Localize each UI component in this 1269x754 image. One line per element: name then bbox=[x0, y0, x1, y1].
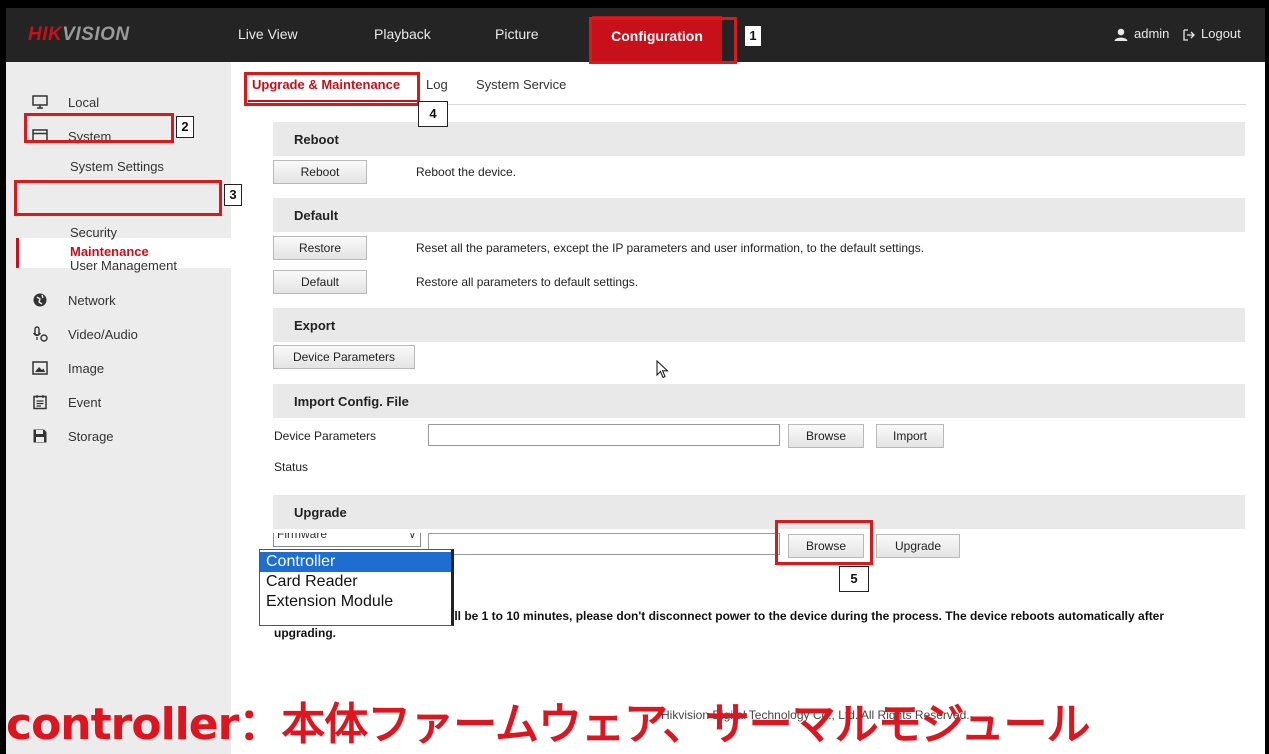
export-device-parameters-button[interactable]: Device Parameters bbox=[273, 345, 415, 369]
sidebar-item-user-management[interactable]: User Management bbox=[70, 258, 177, 273]
tab-log[interactable]: Log bbox=[426, 77, 448, 92]
sidebar-item-image[interactable]: Image bbox=[6, 358, 231, 380]
annotation-box-configuration bbox=[589, 17, 737, 64]
sidebar-item-label: Event bbox=[68, 395, 102, 410]
restore-button[interactable]: Restore bbox=[273, 236, 367, 260]
sidebar-item-network[interactable]: Network bbox=[6, 290, 231, 312]
dropdown-option-card-reader[interactable]: Card Reader bbox=[260, 572, 451, 592]
hikvision-logo: HIKVISION bbox=[28, 24, 130, 45]
sidebar-item-label: Network bbox=[68, 293, 116, 308]
user-menu[interactable]: admin bbox=[1114, 26, 1170, 42]
dropdown-option-extension-module[interactable]: Extension Module bbox=[260, 592, 451, 612]
sidebar-item-label: Image bbox=[68, 361, 105, 376]
section-header-upgrade: Upgrade bbox=[273, 495, 1245, 529]
import-button[interactable]: Import bbox=[876, 424, 944, 448]
nav-playback[interactable]: Playback bbox=[374, 26, 431, 42]
annotation-number-4: 4 bbox=[418, 101, 448, 127]
default-description: Restore all parameters to default settin… bbox=[416, 275, 639, 289]
annotation-box-upgrade-tab bbox=[244, 72, 420, 106]
sidebar: Local System System Settings Maintenance… bbox=[6, 62, 231, 754]
globe-icon bbox=[33, 293, 47, 307]
image-icon bbox=[32, 361, 48, 375]
firmware-select-value: Firmware bbox=[277, 533, 327, 541]
logout-icon bbox=[1183, 28, 1195, 41]
annotation-box-browse bbox=[775, 520, 873, 565]
nav-picture[interactable]: Picture bbox=[495, 26, 539, 42]
sidebar-item-label: Video/Audio bbox=[68, 327, 138, 342]
logout-label: Logout bbox=[1201, 26, 1241, 41]
sidebar-item-maintenance-label: Maintenance bbox=[70, 244, 149, 259]
sidebar-item-local[interactable]: Local bbox=[6, 92, 231, 114]
sidebar-item-label: Local bbox=[68, 95, 100, 110]
section-header-export: Export bbox=[273, 308, 1245, 342]
mouse-cursor-icon bbox=[656, 360, 669, 379]
user-icon bbox=[1114, 28, 1128, 42]
import-device-parameters-label: Device Parameters bbox=[274, 429, 377, 443]
import-status-label: Status bbox=[274, 460, 309, 474]
sidebar-item-system-settings[interactable]: System Settings bbox=[70, 159, 164, 174]
annotation-number-5: 5 bbox=[839, 566, 869, 592]
floppy-disk-icon bbox=[33, 429, 47, 443]
firmware-type-select[interactable]: Firmware ∨ bbox=[273, 533, 421, 547]
sidebar-item-label: Storage bbox=[68, 429, 114, 444]
annotation-number-3: 3 bbox=[224, 184, 242, 206]
default-button[interactable]: Default bbox=[273, 270, 367, 294]
username: admin bbox=[1134, 26, 1170, 41]
tab-system-service[interactable]: System Service bbox=[476, 77, 566, 92]
annotation-box-system bbox=[24, 113, 174, 143]
app-window: HIKVISION Live View Playback Picture Con… bbox=[6, 8, 1265, 754]
restore-description: Reset all the parameters, except the IP … bbox=[416, 241, 925, 255]
sidebar-item-video-audio[interactable]: Video/Audio bbox=[6, 324, 231, 346]
logout-button[interactable]: Logout bbox=[1183, 26, 1241, 41]
sidebar-item-storage[interactable]: Storage bbox=[6, 426, 231, 448]
annotation-number-2: 2 bbox=[176, 116, 194, 138]
section-header-reboot: Reboot bbox=[273, 122, 1245, 156]
section-header-import: Import Config. File bbox=[273, 384, 1245, 418]
reboot-description: Reboot the device. bbox=[416, 165, 517, 179]
reboot-button[interactable]: Reboot bbox=[273, 160, 367, 184]
dropdown-option-controller[interactable]: Controller bbox=[260, 552, 451, 572]
section-header-default: Default bbox=[273, 198, 1245, 232]
upgrade-button[interactable]: Upgrade bbox=[876, 534, 960, 558]
sidebar-item-event[interactable]: Event bbox=[6, 392, 231, 414]
annotation-box-maintenance bbox=[14, 180, 222, 216]
microphone-icon bbox=[32, 326, 48, 342]
calendar-icon bbox=[33, 395, 47, 410]
import-file-path-input[interactable] bbox=[428, 424, 780, 446]
import-browse-button[interactable]: Browse bbox=[788, 424, 864, 448]
sidebar-item-security[interactable]: Security bbox=[70, 225, 117, 240]
firmware-type-dropdown[interactable]: Controller Card Reader Extension Module bbox=[259, 549, 454, 626]
upgrade-file-path-input[interactable] bbox=[428, 533, 780, 555]
nav-live-view[interactable]: Live View bbox=[238, 26, 298, 42]
caption-text: controller：本体ファームウェア、サーマルモジュール bbox=[6, 699, 1090, 750]
annotation-number-1: 1 bbox=[744, 25, 762, 47]
monitor-icon bbox=[32, 95, 48, 109]
chevron-down-icon: ∨ bbox=[408, 533, 416, 541]
